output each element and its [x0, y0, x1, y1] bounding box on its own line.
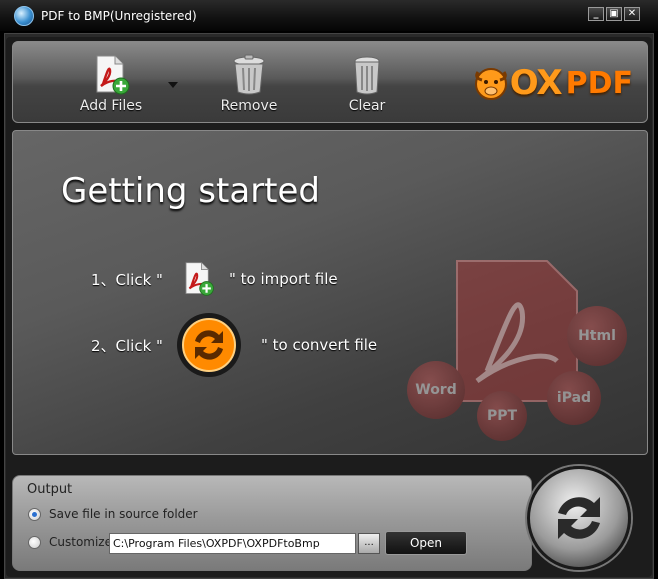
clear-button[interactable]: Clear: [327, 42, 407, 122]
step2-prefix: 2、Click ": [91, 336, 163, 355]
format-illustration: Html Word PPT iPad: [407, 231, 647, 451]
clear-label: Clear: [348, 98, 386, 114]
ox-head-icon: [474, 68, 507, 100]
convert-arrows-icon: [558, 497, 600, 539]
restore-button[interactable]: ▣: [606, 7, 622, 21]
getting-started-panel: Getting started Html Word PPT iPad 1、Cli…: [12, 130, 648, 455]
customize-label: Customize: [49, 535, 112, 549]
close-button[interactable]: ✕: [624, 7, 640, 21]
step2-suffix: " to convert file: [260, 336, 378, 354]
logo-ox-text: OX: [509, 63, 563, 103]
app-icon: [14, 6, 34, 26]
add-pdf-icon: [96, 55, 130, 95]
window-controls: _ ▣ ✕: [588, 7, 640, 21]
step1-suffix: " to import file: [228, 270, 338, 288]
add-files-dropdown-arrow[interactable]: [168, 82, 178, 88]
convert-button[interactable]: [527, 466, 631, 570]
add-files-label: Add Files: [79, 98, 143, 114]
output-title: Output: [27, 482, 73, 497]
html-bubble: Html: [567, 306, 627, 366]
minimize-button[interactable]: _: [588, 7, 604, 21]
open-button[interactable]: Open: [385, 531, 467, 555]
toolbar: Add Files Remove Clear OX PDF: [12, 41, 648, 123]
convert-orange-icon: [176, 313, 241, 377]
save-in-source-label: Save file in source folder: [49, 507, 198, 521]
output-panel: Output Save file in source folder Custom…: [12, 475, 532, 571]
add-files-button[interactable]: Add Files: [71, 42, 151, 122]
ipad-bubble: iPad: [547, 371, 601, 425]
clear-bin-icon: [354, 56, 380, 95]
add-pdf-icon: [185, 262, 214, 296]
step1-prefix: 1、Click ": [91, 270, 163, 289]
save-in-source-radio[interactable]: [28, 508, 41, 521]
ppt-bubble: PPT: [477, 391, 527, 441]
customize-radio[interactable]: [28, 536, 41, 549]
window-title: PDF to BMP(Unregistered): [41, 9, 197, 23]
remove-label: Remove: [220, 98, 278, 114]
word-bubble: Word: [407, 361, 465, 419]
step-convert: 2、Click " " to convert file: [91, 311, 377, 379]
browse-button[interactable]: ...: [358, 533, 380, 554]
remove-button[interactable]: Remove: [209, 42, 289, 122]
step-import: 1、Click " " to import file: [91, 261, 338, 297]
title-bar: PDF to BMP(Unregistered) _ ▣ ✕: [0, 0, 658, 32]
trash-icon: [233, 54, 265, 95]
logo-pdf-text: PDF: [565, 65, 633, 101]
output-path-input[interactable]: C:\Program Files\OXPDF\OXPDFtoBmp: [109, 533, 356, 554]
page-title: Getting started: [61, 171, 321, 211]
oxpdf-logo: OX PDF: [472, 60, 633, 106]
